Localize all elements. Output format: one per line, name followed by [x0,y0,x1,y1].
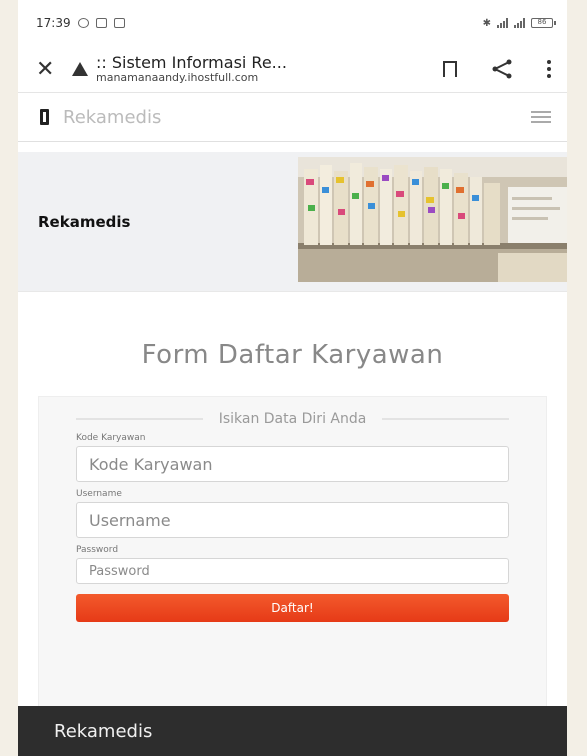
hamburger-icon[interactable] [531,111,551,123]
brand-text: Rekamedis [63,106,162,128]
address-bar[interactable]: :: Sistem Informasi Re... manamanaandy.i… [96,52,443,84]
password-input[interactable] [76,558,509,584]
password-label: Password [76,545,119,555]
hero-banner: Rekamedis [18,152,567,292]
hero-title: Rekamedis [38,212,131,231]
site-navbar: Rekamedis [18,92,567,142]
status-time: 17:39 [36,16,71,30]
username-input[interactable] [76,502,509,538]
close-icon[interactable]: ✕ [36,57,66,82]
signal-icon-2 [514,18,525,28]
phone-screen: 17:39 ✱ 86 ✕ :: Sistem Informasi Re... m… [18,0,567,756]
battery-level: 86 [537,18,547,26]
username-label: Username [76,489,122,499]
bookmark-icon[interactable] [443,61,457,77]
kode-karyawan-label: Kode Karyawan [76,433,146,443]
page-url: manamanaandy.ihostfull.com [96,70,259,84]
kode-karyawan-input[interactable] [76,446,509,482]
footer-title: Rekamedis [54,720,153,742]
divider [76,418,203,420]
divider [382,418,510,420]
more-vertical-icon[interactable] [547,60,551,78]
form-subtitle: Isikan Data Diri Anda [218,411,367,427]
form-title: Form Daftar Karyawan [141,340,444,370]
tab-title: :: Sistem Informasi Re... [96,52,287,72]
share-icon[interactable] [491,59,513,79]
medical-records-image [298,157,567,282]
daftar-button[interactable]: Daftar! [76,594,509,622]
status-bar: 17:39 ✱ 86 [18,0,567,46]
notification-icon [77,18,89,28]
warning-icon[interactable] [72,62,88,76]
browser-toolbar: ✕ :: Sistem Informasi Re... manamanaandy… [18,46,567,92]
brand-link[interactable]: Rekamedis [40,107,161,128]
bluetooth-icon: ✱ [482,17,491,29]
signal-icon [497,18,508,28]
briefcase-icon [95,18,107,28]
battery-icon: 86 [531,18,556,28]
registration-form: Isikan Data Diri Anda Kode Karyawan User… [38,396,547,709]
site-footer: Rekamedis [18,706,567,756]
brand-icon [40,109,49,125]
image-icon [113,18,125,28]
